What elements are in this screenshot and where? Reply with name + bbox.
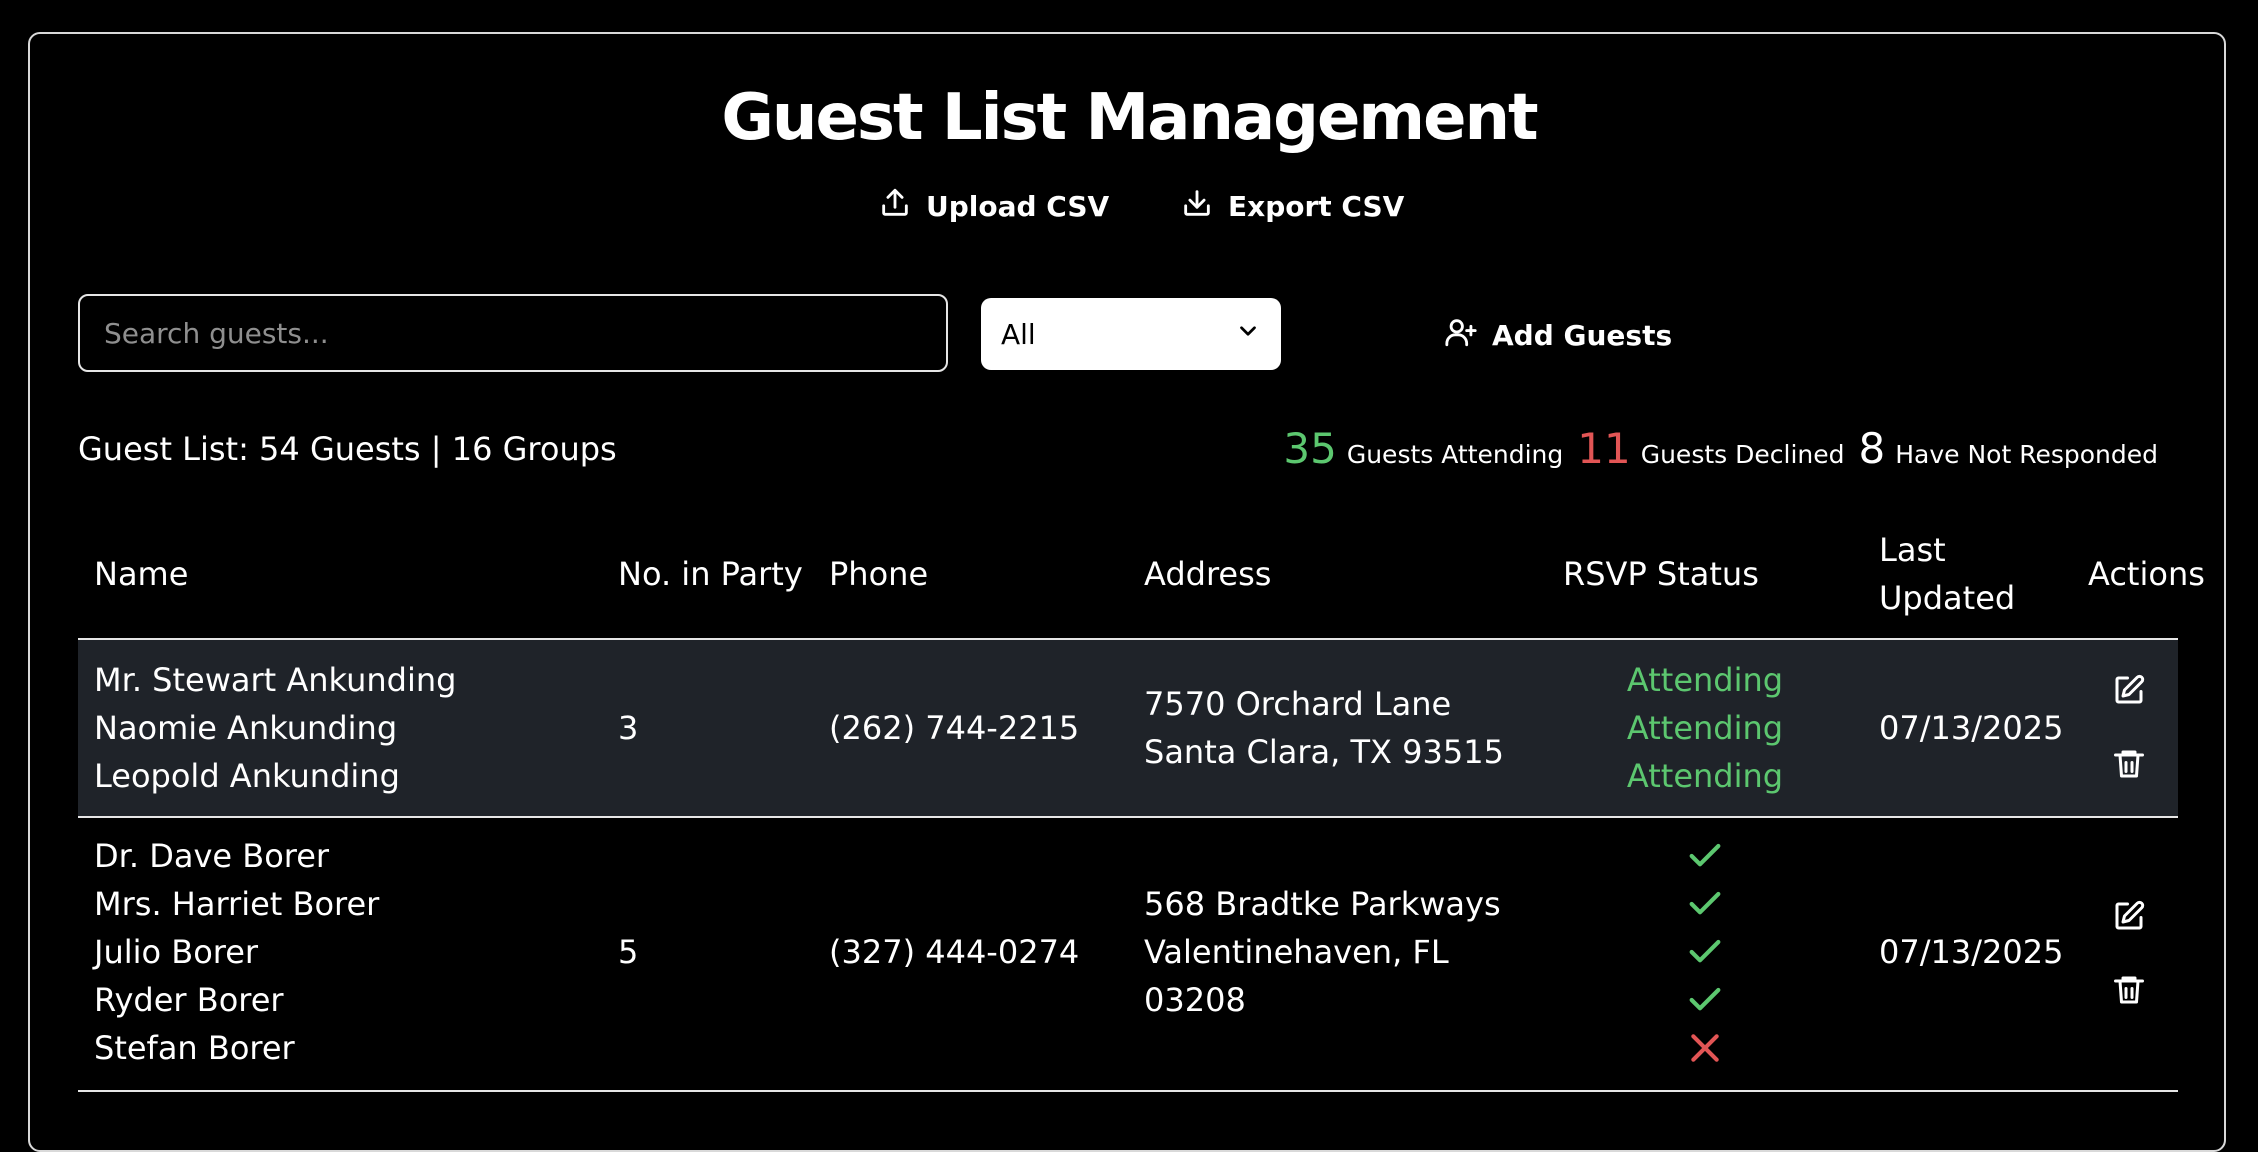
filter-selected-value: All [1001, 317, 1036, 351]
rsvp-status: Attending Attending Attending [1625, 656, 1785, 800]
column-header-rsvp[interactable]: RSVP Status [1563, 550, 1759, 598]
column-header-actions: Actions [2088, 555, 2205, 593]
rsvp-status-text: Attending [1626, 757, 1784, 795]
attending-count: 35 [1283, 424, 1337, 473]
rsvp-status-text: Attending [1626, 661, 1784, 699]
export-csv-label: Export CSV [1228, 189, 1405, 223]
column-header-name[interactable]: Name [94, 550, 188, 598]
x-icon [1625, 1024, 1785, 1072]
upload-csv-label: Upload CSV [926, 189, 1110, 223]
declined-label: Guests Declined [1640, 440, 1845, 469]
declined-count: 11 [1577, 424, 1631, 473]
column-header-updated-line1: Last [1879, 531, 1946, 569]
guest-name[interactable]: Mrs. Harriet Borer [94, 880, 379, 928]
address-line: 03208 [1144, 981, 1246, 1019]
column-header-address[interactable]: Address [1144, 550, 1271, 598]
rsvp-status-text: Attending [1626, 709, 1784, 747]
user-plus-icon [1444, 315, 1478, 356]
column-header-updated[interactable]: Last Updated [1879, 526, 2015, 622]
guest-name[interactable]: Stefan Borer [94, 1024, 379, 1072]
pending-count: 8 [1858, 424, 1886, 473]
check-icon [1625, 880, 1785, 928]
address-line: Valentinehaven, FL [1144, 933, 1449, 971]
guest-name[interactable]: Julio Borer [94, 928, 379, 976]
page-title: Guest List Management [721, 81, 1538, 155]
guest-summary: Guest List: 54 Guests | 16 Groups [78, 430, 617, 468]
check-icon [1625, 976, 1785, 1024]
guest-name[interactable]: Mr. Stewart Ankunding [94, 656, 456, 704]
rsvp-stats: 35 Guests Attending 11 Guests Declined 8… [1283, 424, 2158, 473]
guest-name[interactable]: Dr. Dave Borer [94, 832, 379, 880]
attending-label: Guests Attending [1346, 440, 1564, 469]
party-size: 3 [618, 709, 639, 747]
last-updated: 07/13/2025 [1879, 933, 2064, 971]
table-row: Mr. Stewart Ankunding Naomie Ankunding L… [78, 640, 2178, 818]
pending-stat: 8 Have Not Responded [1858, 424, 2158, 473]
upload-csv-button[interactable]: Upload CSV [878, 186, 1109, 226]
edit-icon[interactable] [2111, 898, 2147, 934]
add-guests-button[interactable]: Add Guests [1444, 314, 1672, 356]
address-line: 568 Bradtke Parkways [1144, 885, 1501, 923]
trash-icon[interactable] [2111, 972, 2147, 1008]
trash-icon[interactable] [2111, 746, 2147, 782]
phone-number: (262) 744-2215 [829, 709, 1080, 747]
column-header-phone[interactable]: Phone [829, 550, 928, 598]
upload-icon [878, 186, 912, 227]
last-updated: 07/13/2025 [1879, 709, 2064, 747]
pending-label: Have Not Responded [1895, 440, 2158, 469]
attending-stat: 35 Guests Attending [1283, 424, 1563, 473]
search-input[interactable] [78, 294, 948, 372]
guest-name[interactable]: Leopold Ankunding [94, 752, 456, 800]
download-icon [1180, 186, 1214, 227]
guest-names: Dr. Dave Borer Mrs. Harriet Borer Julio … [94, 832, 379, 1072]
export-csv-button[interactable]: Export CSV [1180, 186, 1404, 226]
guest-names: Mr. Stewart Ankunding Naomie Ankunding L… [94, 656, 456, 800]
guest-name[interactable]: Naomie Ankunding [94, 704, 456, 752]
guest-name[interactable]: Ryder Borer [94, 976, 379, 1024]
check-icon [1625, 928, 1785, 976]
phone-number: (327) 444-0274 [829, 933, 1080, 971]
column-header-updated-line2: Updated [1879, 579, 2016, 617]
table-row: Dr. Dave Borer Mrs. Harriet Borer Julio … [78, 818, 2178, 1092]
chevron-down-icon [1235, 318, 1261, 351]
address-line: 7570 Orchard Lane [1144, 685, 1452, 723]
edit-icon[interactable] [2111, 672, 2147, 708]
add-guests-label: Add Guests [1492, 318, 1673, 352]
rsvp-filter-select[interactable]: All [981, 298, 1281, 370]
declined-stat: 11 Guests Declined [1577, 424, 1844, 473]
address: 7570 Orchard Lane Santa Clara, TX 93515 [1144, 680, 1504, 776]
party-size: 5 [618, 933, 639, 971]
rsvp-status [1625, 832, 1785, 1072]
check-icon [1625, 832, 1785, 880]
address-line: Santa Clara, TX 93515 [1144, 733, 1504, 771]
address: 568 Bradtke Parkways Valentinehaven, FL … [1144, 880, 1501, 1024]
column-header-party[interactable]: No. in Party [618, 550, 803, 598]
